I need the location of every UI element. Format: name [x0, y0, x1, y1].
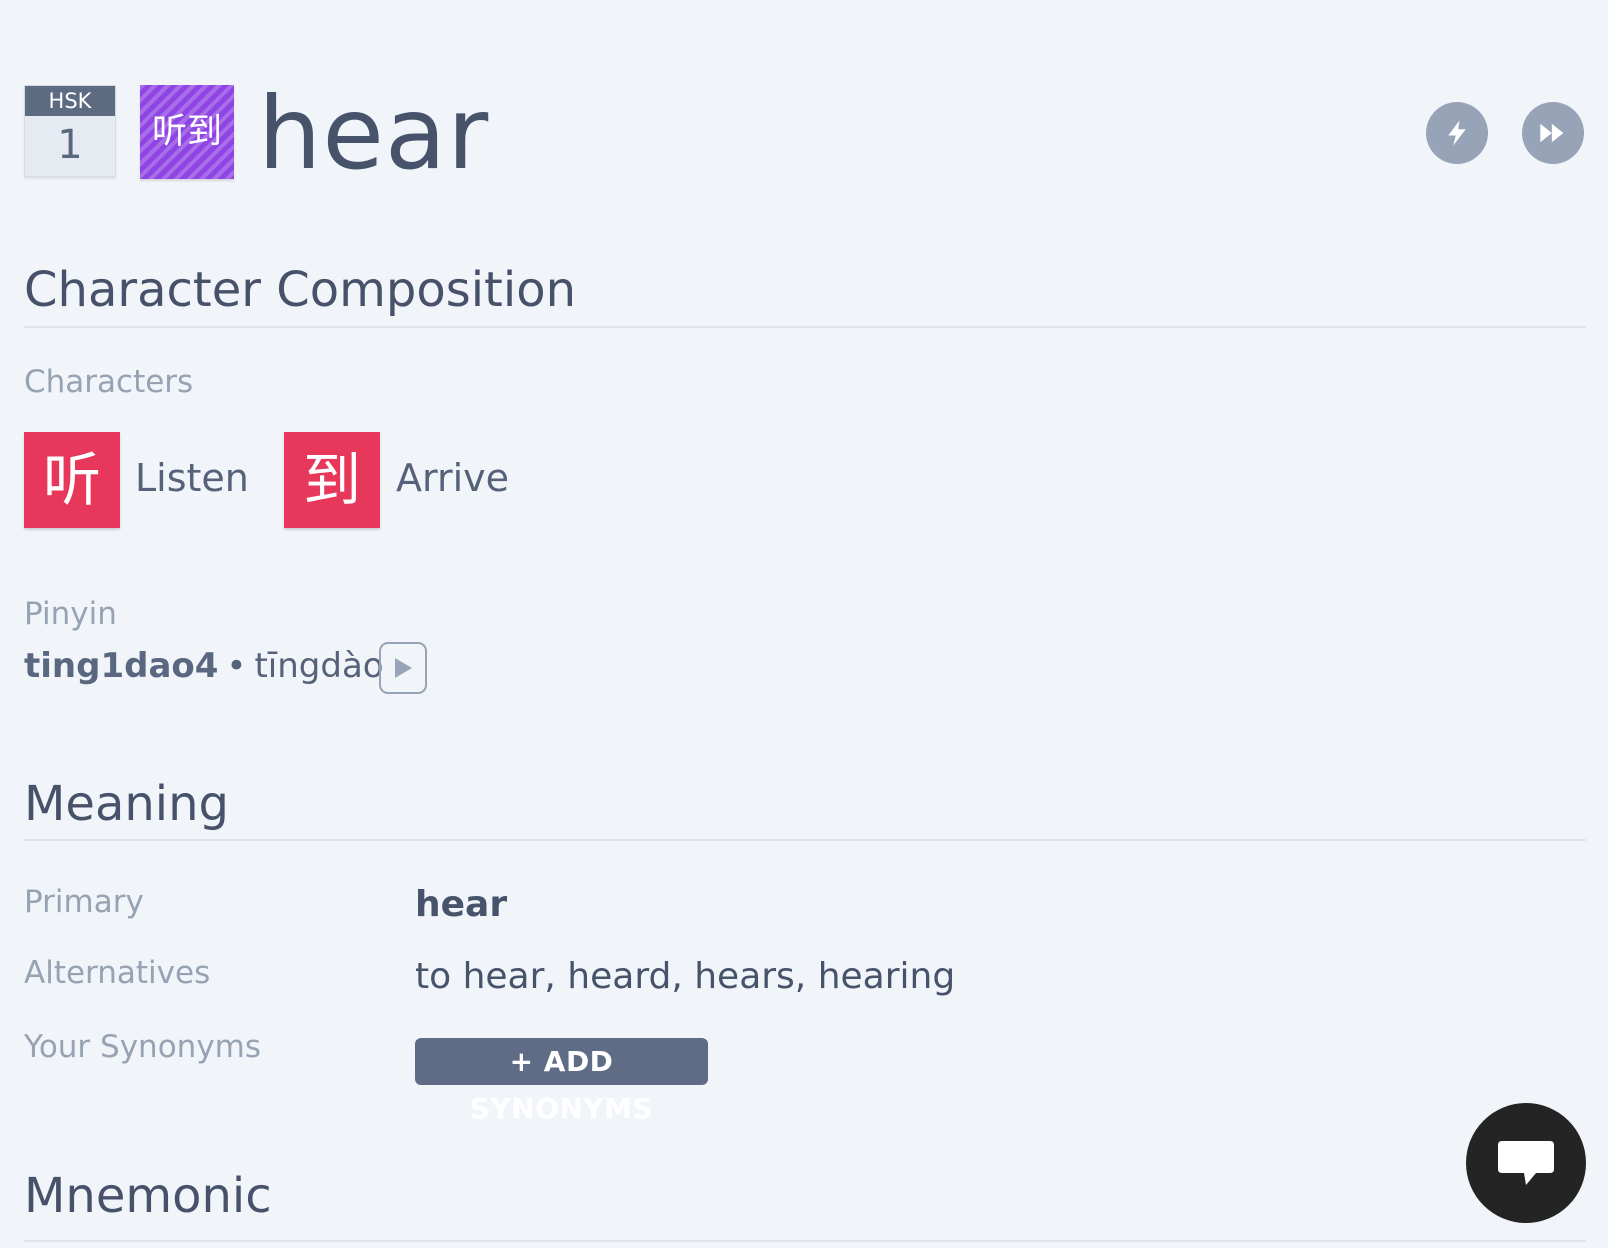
pinyin-numbered: ting1dao4	[24, 646, 219, 686]
play-icon	[395, 658, 412, 678]
pinyin-label: Pinyin	[24, 596, 117, 632]
pinyin-tones: tīngdào	[254, 646, 384, 686]
character-tile-listen[interactable]: 听	[24, 432, 120, 528]
character-meaning-listen[interactable]: Listen	[135, 456, 249, 500]
section-title-mnemonic: Mnemonic	[24, 1168, 1586, 1242]
skip-button[interactable]	[1522, 102, 1584, 164]
quick-review-button[interactable]	[1426, 102, 1488, 164]
character-tile-arrive[interactable]: 到	[284, 432, 380, 528]
section-title-meaning: Meaning	[24, 776, 1586, 841]
play-audio-button[interactable]	[379, 642, 427, 694]
section-title-composition: Character Composition	[24, 262, 1586, 328]
hsk-level-badge: HSK 1	[24, 85, 116, 177]
chat-icon	[1498, 1141, 1554, 1185]
lightning-icon	[1448, 120, 1466, 146]
character-meaning-arrive[interactable]: Arrive	[396, 456, 509, 500]
characters-label: Characters	[24, 364, 194, 400]
chat-support-button[interactable]	[1466, 1103, 1586, 1223]
word-hanzi-tile: 听到	[140, 85, 234, 179]
alternatives-value: to hear, heard, hears, hearing	[415, 956, 956, 997]
hsk-level-number: 1	[57, 122, 83, 168]
hsk-label: HSK	[25, 86, 115, 116]
add-synonyms-button[interactable]: + ADD SYNONYMS	[415, 1038, 708, 1125]
primary-meaning-value: hear	[415, 884, 508, 925]
fast-forward-icon	[1540, 123, 1564, 143]
primary-label: Primary	[24, 884, 144, 920]
your-synonyms-label: Your Synonyms	[24, 1029, 262, 1065]
pinyin-line: ting1dao4 • tīngdào	[24, 646, 384, 686]
alternatives-label: Alternatives	[24, 955, 211, 991]
word-title: hear	[258, 75, 490, 192]
vocabulary-page: HSK 1 听到 hear Character Composition Char…	[24, 0, 1586, 1248]
pinyin-separator: •	[226, 646, 247, 686]
